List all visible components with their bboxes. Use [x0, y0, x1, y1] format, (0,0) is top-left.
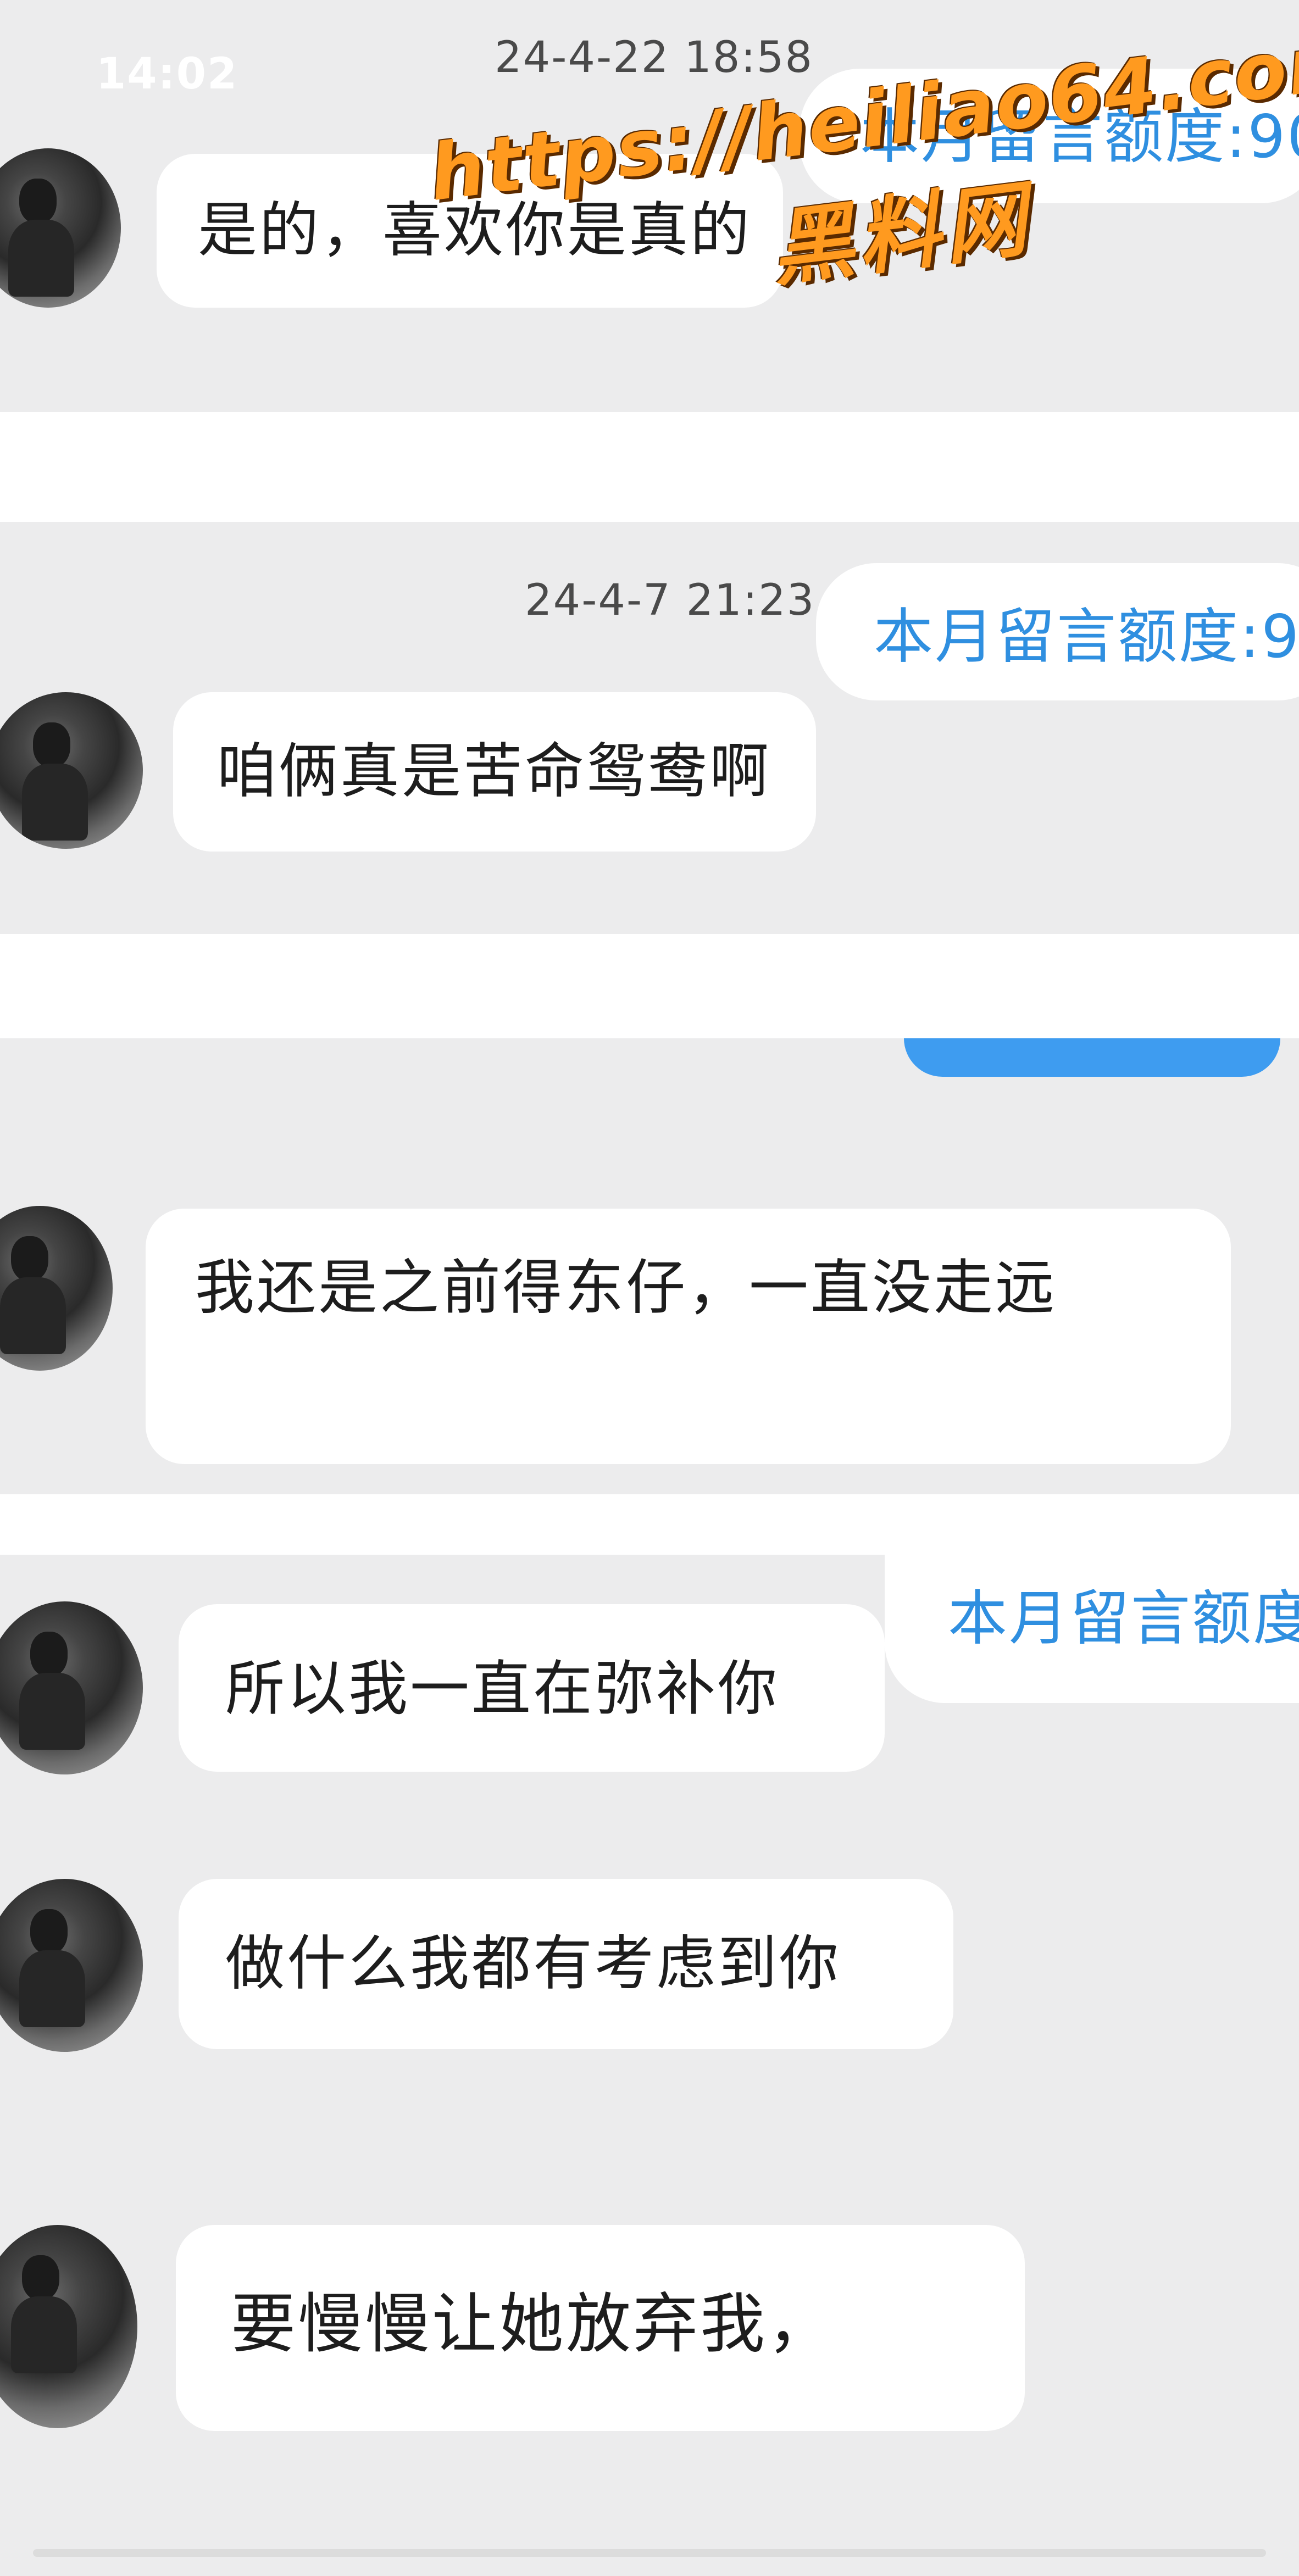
message-text: 要慢慢让她放弃我，: [231, 2286, 835, 2362]
quota-bubble[interactable]: 本月留言额度:90: [800, 69, 1299, 203]
message-bubble[interactable]: 做什么我都有考虑到你: [179, 1879, 953, 2049]
chat-panel-3: 我还是之前得东仔，一直没走远: [0, 1077, 1299, 1494]
message-timestamp: 24-4-7 21:23: [525, 576, 815, 625]
contact-avatar[interactable]: [0, 692, 143, 849]
message-text: 咱俩真是苦命鸳鸯啊: [217, 737, 771, 806]
contact-avatar[interactable]: [0, 1601, 143, 1774]
message-text: 我还是之前得东仔，一直没走远: [195, 1254, 1057, 1322]
message-timestamp: 24-4-22 18:58: [495, 33, 813, 82]
message-bubble[interactable]: 是的，喜欢你是真的: [157, 154, 783, 308]
chat-panel-4: 本月留言额度 所以我一直在弥补你 做什么我都有考虑到你: [0, 1555, 1299, 2148]
quota-text: 本月留言额度:9: [874, 603, 1299, 671]
status-bar-time: 14:02: [96, 49, 238, 99]
quota-bubble[interactable]: 本月留言额度:9: [816, 563, 1299, 700]
message-bubble[interactable]: 所以我一直在弥补你: [179, 1604, 885, 1772]
contact-avatar[interactable]: [0, 1206, 113, 1371]
contact-avatar[interactable]: [0, 1879, 143, 2052]
message-text: 所以我一直在弥补你: [225, 1655, 780, 1723]
contact-avatar[interactable]: [0, 2225, 137, 2428]
section-divider: [0, 934, 1299, 1038]
quota-text: 本月留言额度: [948, 1584, 1299, 1653]
bottom-bar: [33, 2549, 1266, 2557]
chat-panel-5: 要慢慢让她放弃我，: [0, 2148, 1299, 2576]
chat-panel-2: 24-4-7 21:23 本月留言额度:9 咱俩真是苦命鸳鸯啊: [0, 522, 1299, 934]
sent-bubble-edge: [904, 1038, 1280, 1077]
chat-panel-1: 14:02 24-4-22 18:58 本月留言额度:90 是的，喜欢你是真的: [0, 0, 1299, 412]
quota-text: 本月留言额度:90: [860, 103, 1299, 171]
message-text: 做什么我都有考虑到你: [225, 1929, 841, 1998]
contact-avatar[interactable]: [0, 148, 121, 308]
message-bubble[interactable]: 我还是之前得东仔，一直没走远: [146, 1209, 1231, 1464]
message-bubble[interactable]: 要慢慢让她放弃我，: [176, 2225, 1025, 2431]
message-text: 是的，喜欢你是真的: [198, 196, 752, 265]
section-divider: [0, 412, 1299, 522]
quota-bubble[interactable]: 本月留言额度: [885, 1555, 1299, 1703]
screen: 14:02 24-4-22 18:58 本月留言额度:90 是的，喜欢你是真的 …: [0, 0, 1299, 2576]
section-divider: [0, 1494, 1299, 1555]
message-bubble[interactable]: 咱俩真是苦命鸳鸯啊: [173, 692, 816, 852]
